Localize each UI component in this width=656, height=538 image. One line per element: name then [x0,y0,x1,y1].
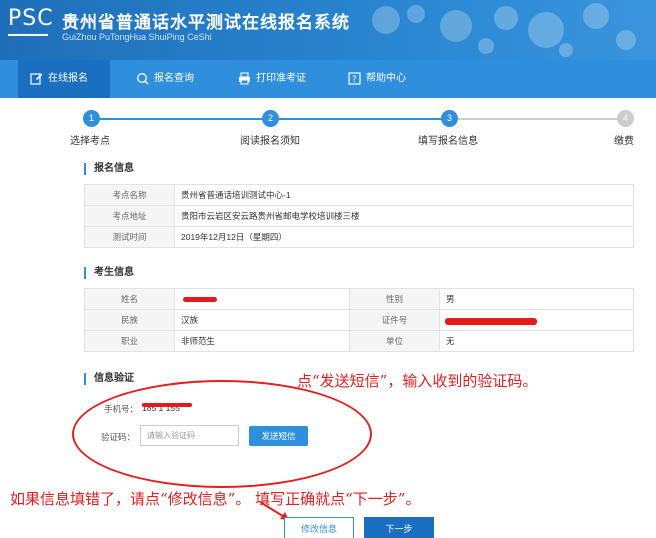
send-sms-annotation: 点“发送短信”，输入收到的验证码。 [297,372,538,390]
logo-underline [8,34,48,36]
candidate-table: 姓名 性别 男 民族 汉族 证件号 职业 非师范生 单位 无 [84,288,634,352]
exam-site-name-label: 考点名称 [84,184,175,206]
work-unit-label: 单位 [349,330,440,352]
page-subtitle: GuiZhou PuTongHua ShuiPing CeShi [62,32,212,42]
occupation-label: 职业 [84,330,175,352]
search-icon [137,73,149,85]
table-row: 姓名 性别 男 [84,288,634,310]
step-4-circle: 4 [617,110,634,127]
section-title-verify: 信息验证 [84,373,134,385]
edit-icon [30,73,43,85]
step-2-circle: 2 [262,110,279,127]
test-time-value: 2019年12月12日（星期四） [174,226,634,248]
gender-label: 性别 [349,288,440,310]
table-row: 职业 非师范生 单位 无 [84,330,634,352]
table-row: 考点名称 贵州省普通话培训测试中心-1 [84,184,634,206]
table-row: 测试时间 2019年12月12日（星期四） [84,226,634,248]
progress-line-pending [452,118,624,120]
printer-icon [239,72,250,85]
page-title: 贵州省普通话水平测试在线报名系统 [62,13,350,33]
step-4-label: 缴费 [614,136,634,147]
ethnicity-value: 汉族 [174,309,350,331]
id-redaction [445,318,537,325]
edit-info-button[interactable]: 修改信息 [284,517,354,538]
registration-table: 考点名称 贵州省普通话培训测试中心-1 考点地址 贵阳市云岩区安云路贵州省邮电学… [84,184,634,248]
highlight-ellipse [72,380,372,488]
nav-print-ticket[interactable]: 打印准考证 [226,60,330,98]
nav-help-center[interactable]: ? 帮助中心 [336,60,432,98]
next-step-button[interactable]: 下一步 [364,517,434,538]
test-time-label: 测试时间 [84,226,175,248]
world-map-decoration [372,3,636,57]
nav-label: 报名查询 [154,73,194,84]
nav-registration-query[interactable]: 报名查询 [124,60,220,98]
step-3-circle: 3 [441,110,458,127]
main-nav: 在线报名 报名查询 打印准考证 ? 帮助中心 [0,60,656,98]
nav-label: 帮助中心 [366,73,406,84]
occupation-value: 非师范生 [174,330,350,352]
name-redaction [183,297,217,302]
table-row: 民族 汉族 证件号 [84,309,634,331]
step-1-circle: 1 [83,110,100,127]
step-1-label: 选择考点 [70,136,110,147]
gender-value: 男 [439,288,634,310]
exam-site-name-value: 贵州省普通话培训测试中心-1 [174,184,634,206]
bottom-annotation: 如果信息填错了，请点“修改信息”。 填写正确就点“下一步”。 [10,490,421,508]
id-number-label: 证件号 [349,309,440,331]
exam-site-address-value: 贵阳市云岩区安云路贵州省邮电学校培训楼三楼 [174,205,634,227]
ethnicity-label: 民族 [84,309,175,331]
help-icon: ? [348,72,361,85]
nav-online-registration[interactable]: 在线报名 [18,60,110,98]
app-header: PSC 贵州省普通话水平测试在线报名系统 GuiZhou PuTongHua S… [0,0,656,60]
nav-label: 打印准考证 [256,73,306,84]
table-row: 考点地址 贵阳市云岩区安云路贵州省邮电学校培训楼三楼 [84,205,634,227]
step-2-label: 阅读报名须知 [240,136,300,147]
exam-site-address-label: 考点地址 [84,205,175,227]
section-title-candidate: 考生信息 [84,267,134,279]
nav-label: 在线报名 [48,73,88,84]
work-unit-value: 无 [439,330,634,352]
section-title-registration: 报名信息 [84,163,134,175]
name-label: 姓名 [84,288,175,310]
svg-text:?: ? [352,75,357,85]
psc-logo: PSC [8,6,54,31]
step-3-label: 填写报名信息 [418,136,478,147]
